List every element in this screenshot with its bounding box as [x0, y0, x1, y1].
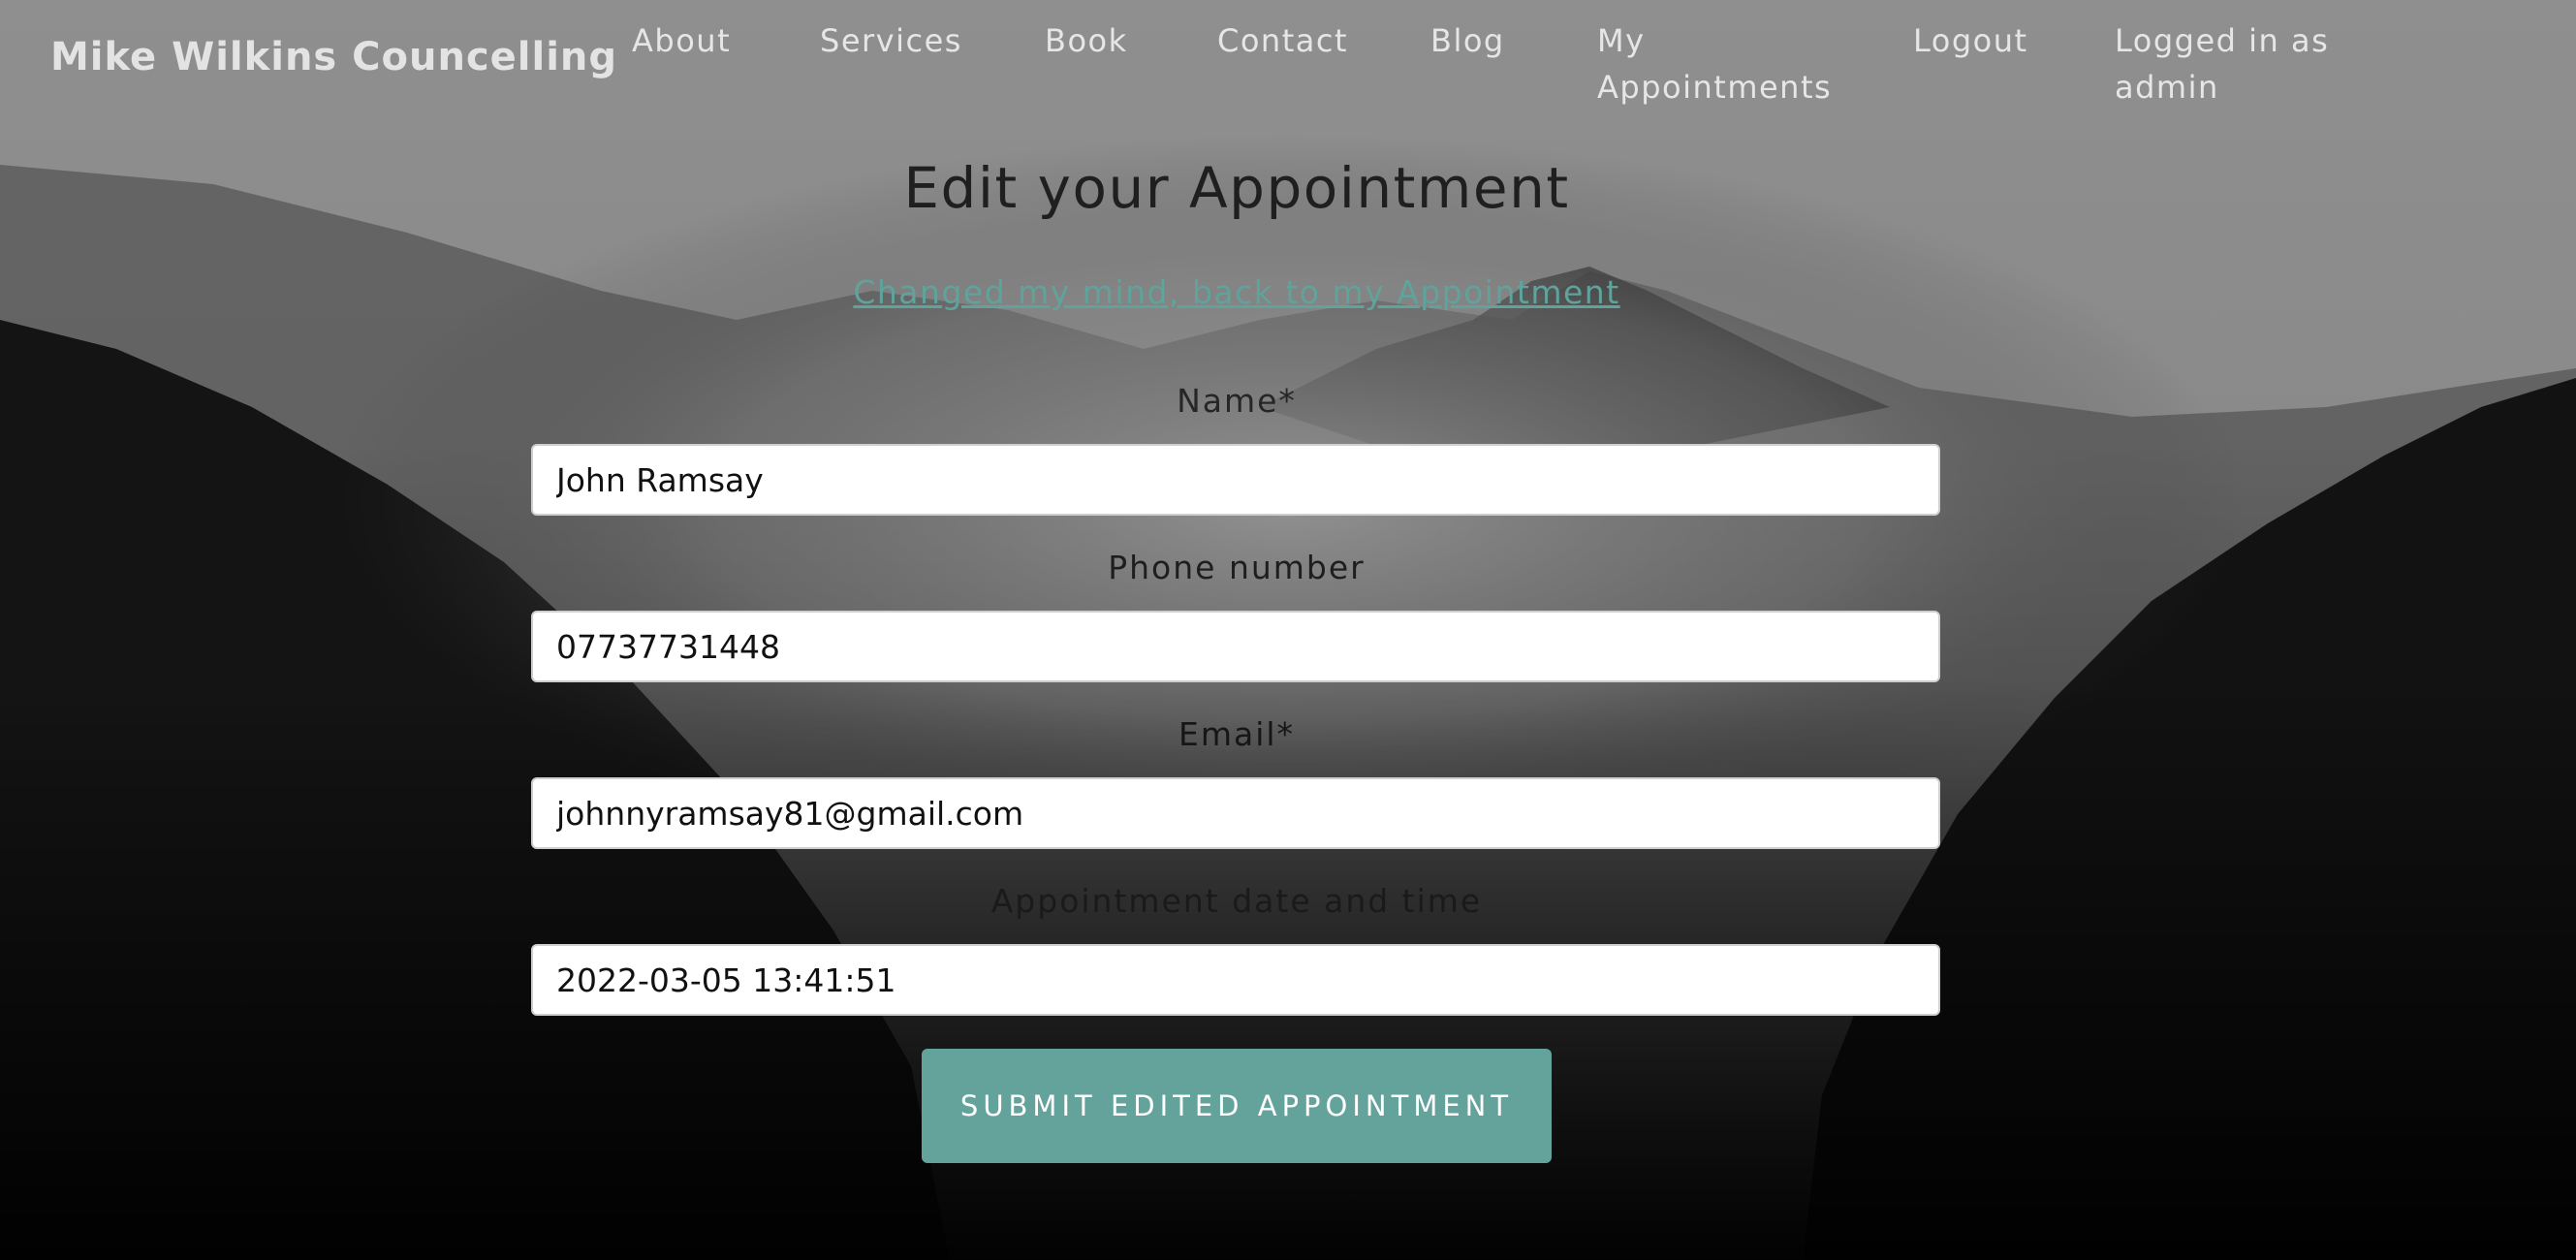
datetime-label: Appointment date and time — [990, 882, 1483, 920]
name-field[interactable] — [531, 444, 1940, 516]
page-title: Edit your Appointment — [903, 155, 1570, 221]
phone-label: Phone number — [1108, 549, 1366, 586]
back-to-appointment-link[interactable]: Changed my mind, back to my Appointment — [0, 273, 2473, 311]
phone-field[interactable] — [531, 611, 1940, 682]
email-label: Email* — [1178, 715, 1296, 753]
submit-edited-appointment-button[interactable]: SUBMIT EDITED APPOINTMENT — [922, 1049, 1552, 1163]
edit-appointment-section: Edit your Appointment Changed my mind, b… — [0, 0, 2576, 1260]
email-field[interactable] — [531, 777, 1940, 849]
datetime-field[interactable] — [531, 944, 1940, 1016]
name-label: Name* — [1177, 382, 1297, 420]
